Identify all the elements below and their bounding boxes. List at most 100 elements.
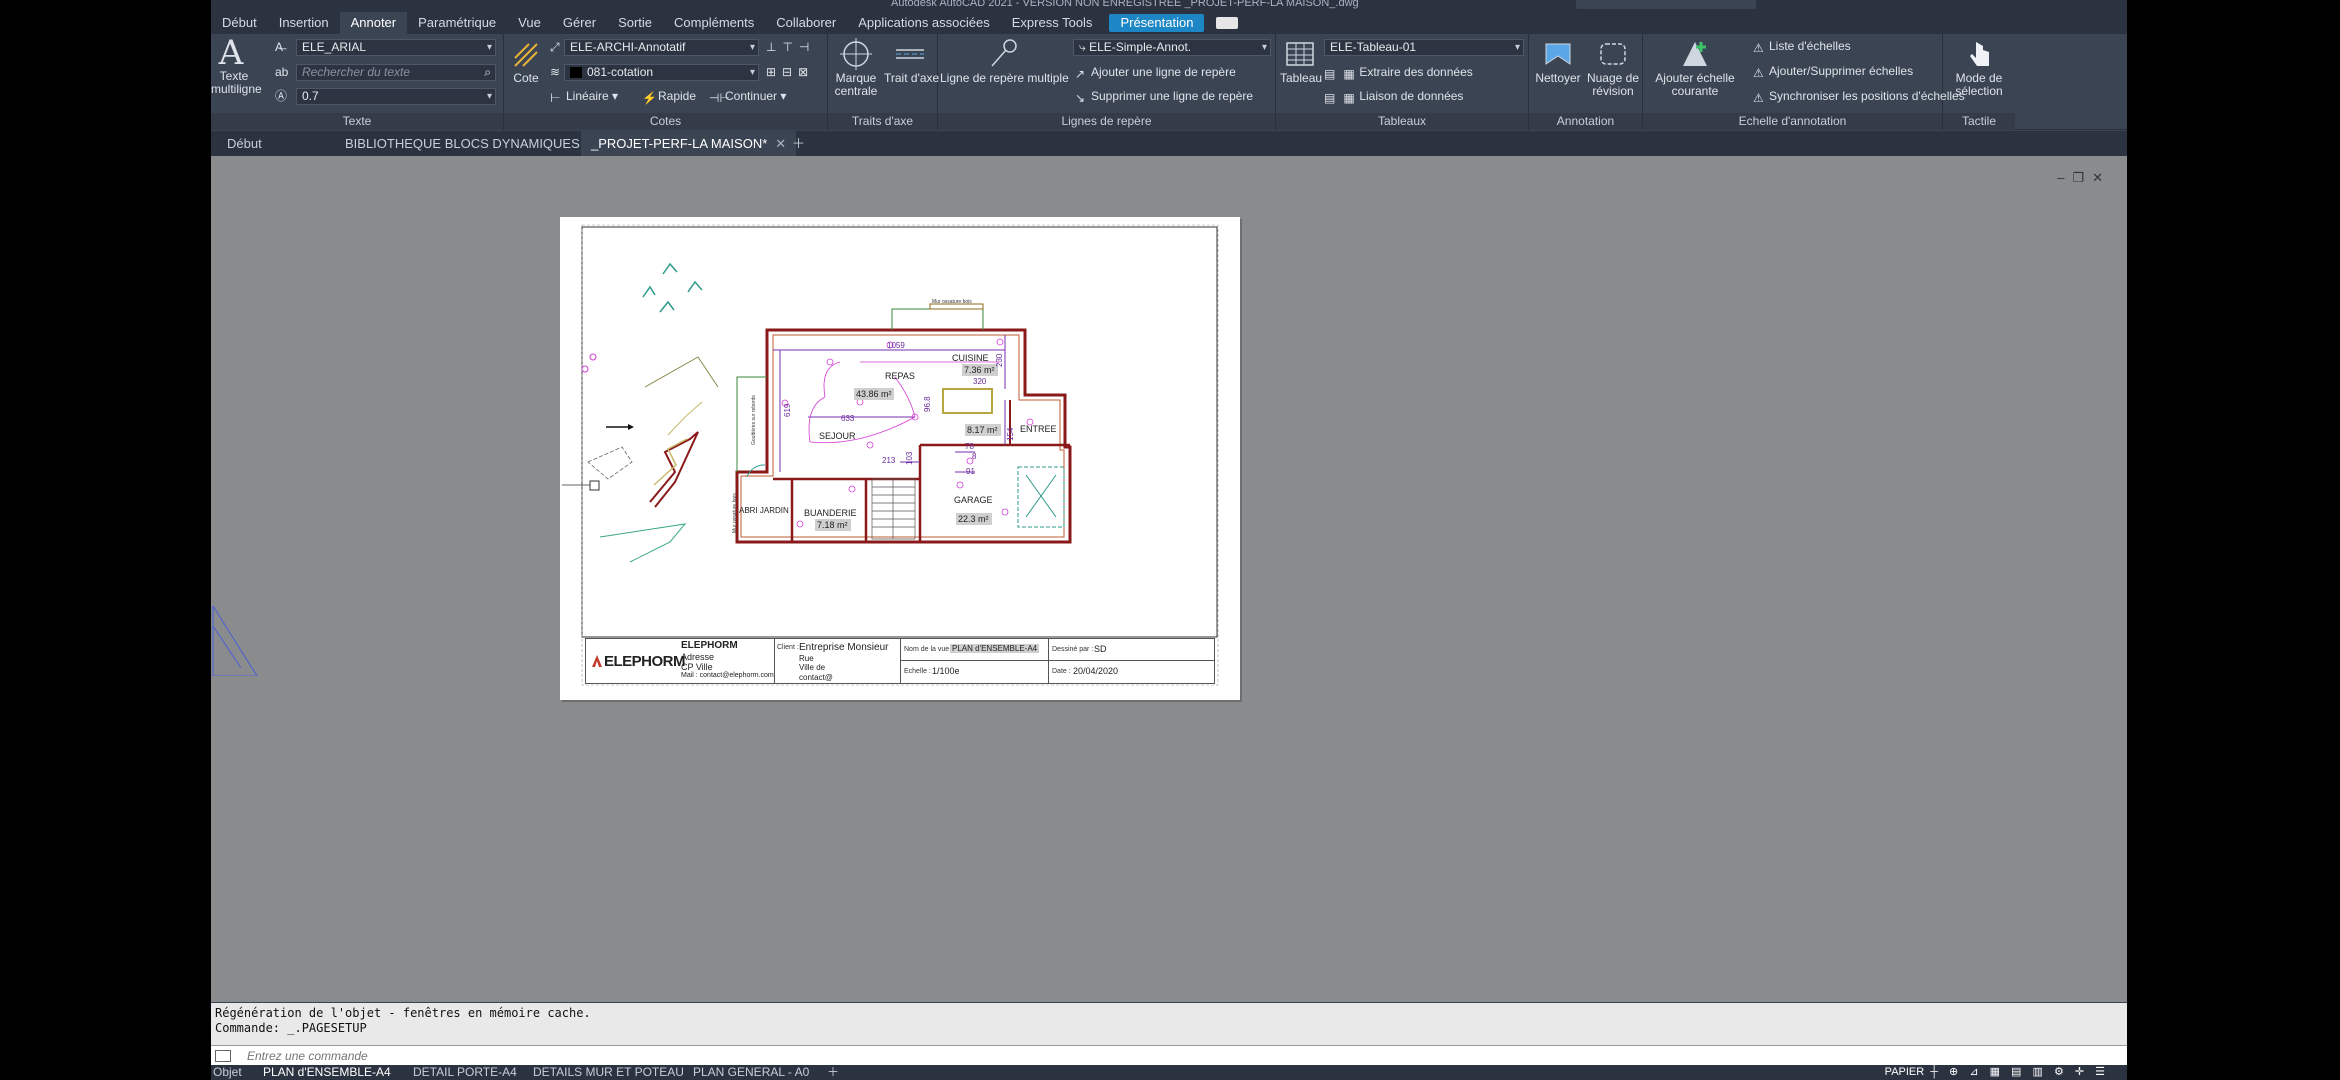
text-search-input[interactable]: Rechercher du texte ⌕ <box>296 64 496 81</box>
terrace-outline <box>891 308 984 330</box>
ribbon-tab-collaborer[interactable]: Collaborer <box>765 12 847 34</box>
svg-text:320: 320 <box>973 377 987 386</box>
room-area: 7.18 m² <box>817 520 848 530</box>
room-name: SEJOUR <box>819 431 856 441</box>
mode-selection-button[interactable]: Mode de sélection <box>1947 38 2011 98</box>
title-block-company: ELEPHORM ELEPHORM Adresse CP Ville Mail … <box>586 639 775 683</box>
dim-layer-combo[interactable]: 081-cotation <box>564 64 759 81</box>
doc-tab-bibliotheque[interactable]: BIBLIOTHEQUE BLOCS DYNAMIQUES✕ <box>335 131 609 156</box>
terrain-line <box>644 356 719 388</box>
layer-color-swatch <box>570 67 582 78</box>
panel-title-lignes-repere[interactable]: Lignes de repère <box>938 113 1275 130</box>
ribbon-tab-parametrique[interactable]: Paramétrique <box>407 12 507 34</box>
panel-texte: A Texte multiligne A̶ ELE_ARIAL ab Reche… <box>211 34 504 130</box>
panel-title-tableaux[interactable]: Tableaux <box>1276 113 1528 130</box>
ribbon-tab-annoter[interactable]: Annoter <box>339 12 408 34</box>
rapide-button[interactable]: ⚡Rapide <box>642 88 696 105</box>
table-style-combo[interactable]: ELE-Tableau-01 <box>1324 39 1524 56</box>
ribbon-tab-sortie[interactable]: Sortie <box>607 12 663 34</box>
layout-tab-plan-ensemble[interactable]: PLAN d'ENSEMBLE-A4 <box>263 1065 391 1080</box>
ribbon-tab-applications-associees[interactable]: Applications associées <box>847 12 1001 34</box>
dim-style-combo[interactable]: ELE-ARCHI-Annotatif <box>564 39 759 56</box>
lineaire-button[interactable]: ⊢ Linéaire ▾ <box>550 88 618 105</box>
viewport-frame[interactable] <box>581 226 1218 638</box>
text-style-combo[interactable]: ELE_ARIAL <box>296 39 496 56</box>
doc-tab-debut[interactable]: Début <box>217 131 272 156</box>
command-menu-icon[interactable] <box>215 1050 231 1062</box>
help-search-box[interactable] <box>1576 0 1756 9</box>
status-toggles[interactable]: PAPIER ┼ ⊕ ⊿ ▦ ▤ ▥ ⚙ ✛ ☰ <box>1885 1065 2109 1080</box>
supprimer-ligne-repere-button[interactable]: ↘ Supprimer une ligne de repère <box>1075 88 1253 105</box>
ribbon-extra-toggle[interactable] <box>1216 17 1239 29</box>
mleader-style-combo[interactable]: ⤷ ELE-Simple-Annot. <box>1073 39 1271 56</box>
window-title: Autodesk AutoCAD 2021 - VERSION NON ENRE… <box>891 0 1359 9</box>
restore-icon[interactable]: ❐ <box>2072 170 2092 185</box>
link-table-icon: ▤ <box>1324 91 1336 105</box>
search-icon[interactable]: ⌕ <box>484 65 491 80</box>
extraire-donnees-button[interactable]: ▤ ▦ Extraire des données <box>1324 64 1473 81</box>
ribbon-tab-gerer[interactable]: Gérer <box>552 12 607 34</box>
garage-door-cross <box>1025 474 1057 518</box>
dim-tools-row2[interactable]: ⊞⊟⊠ <box>766 64 814 80</box>
add-layout-button[interactable]: ＋ <box>827 1065 839 1080</box>
ribbon-tab-express-tools[interactable]: Express Tools <box>1001 12 1104 34</box>
drawing-canvas[interactable]: –❐✕ CUISINE REPAS SEJOUR ENTREE GARAGE B… <box>211 156 2127 1002</box>
minimize-icon[interactable]: – <box>2057 170 2072 185</box>
new-tab-button[interactable]: ＋ <box>782 131 815 156</box>
nettoyer-button[interactable]: Nettoyer <box>1533 38 1583 85</box>
linear-dim-icon: ⊢ <box>550 91 561 105</box>
doc-tab-projet[interactable]: _PROJET-PERF-LA MAISON* ✕ <box>581 131 797 156</box>
tableau-button[interactable]: Tableau <box>1280 38 1322 85</box>
centerline-icon <box>896 49 924 59</box>
plus-icon: ＋ <box>792 136 806 151</box>
svg-text:Gouttières sur rebords: Gouttières sur rebords <box>751 395 757 445</box>
viewport-window-controls[interactable]: –❐✕ <box>2057 170 2111 186</box>
revision-cloud-icon <box>1600 43 1626 65</box>
synchroniser-echelles-button[interactable]: ⚠ Synchroniser les positions d'échelles <box>1753 88 1965 105</box>
ajouter-echelle-courante-button[interactable]: Ajouter échelle courante <box>1647 38 1743 98</box>
ajouter-ligne-repere-button[interactable]: ↗ Ajouter une ligne de repère <box>1075 64 1236 81</box>
nuage-revision-button[interactable]: Nuage de révision <box>1585 38 1641 98</box>
close-icon[interactable]: ✕ <box>2092 170 2111 185</box>
liste-echelles-button[interactable]: ⚠ Liste d'échelles <box>1753 38 1851 55</box>
command-history: Régénération de l'objet - fenêtres en mé… <box>211 1003 2127 1045</box>
layout-tab-plan-general[interactable]: PLAN GENERAL - A0 <box>693 1065 809 1080</box>
layout-tab-detail-porte[interactable]: DETAIL PORTE-A4 <box>413 1065 517 1080</box>
command-input[interactable] <box>247 1048 847 1064</box>
dim-tools-row1[interactable]: ⊥⊤⊣ <box>766 39 815 55</box>
multileader-icon <box>991 39 1017 67</box>
room-area: 43.86 m² <box>856 389 892 399</box>
ligne-repere-multiple-button[interactable]: Ligne de repère multiple <box>940 38 1069 85</box>
room-name: REPAS <box>885 371 915 381</box>
layout-tab-details-mur[interactable]: DETAILS MUR ET POTEAU <box>533 1065 684 1080</box>
panel-title-traits-axe: Traits d'axe <box>828 113 937 130</box>
layout-tab-objet[interactable]: Objet <box>213 1065 242 1080</box>
ribbon-tab-presentation[interactable]: Présentation <box>1109 14 1205 32</box>
liaison-donnees-button[interactable]: ▤ ▦ Liaison de données <box>1324 88 1463 105</box>
ribbon-tab-complements[interactable]: Compléments <box>663 12 765 34</box>
title-bar: Autodesk AutoCAD 2021 - VERSION NON ENRE… <box>211 0 2127 12</box>
light-point <box>589 353 597 361</box>
trait-axe-button[interactable]: Trait d'axe <box>884 38 939 85</box>
text-height-combo[interactable]: 0.7 <box>296 88 496 105</box>
cote-button[interactable]: Cote <box>508 40 544 85</box>
texte-multiligne-button[interactable]: A Texte multiligne <box>211 36 262 96</box>
panel-lignes-repere: Ligne de repère multiple ⤷ ELE-Simple-An… <box>938 34 1276 130</box>
ribbon-tab-debut[interactable]: Début <box>211 12 268 34</box>
ribbon-tab-insertion[interactable]: Insertion <box>268 12 340 34</box>
panel-tableaux: Tableau ELE-Tableau-01 ▤ ▦Extraire des d… <box>1276 34 1529 130</box>
ajouter-supprimer-echelles-button[interactable]: ⚠ Ajouter/Supprimer échelles <box>1753 63 1913 80</box>
title-block-view: Nom de la vue : PLAN d'ENSEMBLE-A4 Echel… <box>901 639 1049 683</box>
light-point <box>581 365 589 373</box>
ribbon-tab-vue[interactable]: Vue <box>507 12 552 34</box>
continuer-button[interactable]: ⊣⊢Continuer ▾ <box>709 88 786 105</box>
data-link-icon: ▦ <box>1343 91 1355 105</box>
table-icon <box>1286 42 1314 66</box>
panel-title-cotes[interactable]: Cotes <box>504 113 827 130</box>
client-contact: contact@ <box>799 673 833 682</box>
marque-centrale-button[interactable]: Marque centrale <box>832 38 880 98</box>
paper-space-toggle[interactable]: PAPIER <box>1885 1066 1925 1078</box>
date-field: 20/04/2020 <box>1073 666 1119 676</box>
panel-title-texte[interactable]: Texte <box>211 113 503 130</box>
scale-field: 1/100e <box>932 666 960 676</box>
